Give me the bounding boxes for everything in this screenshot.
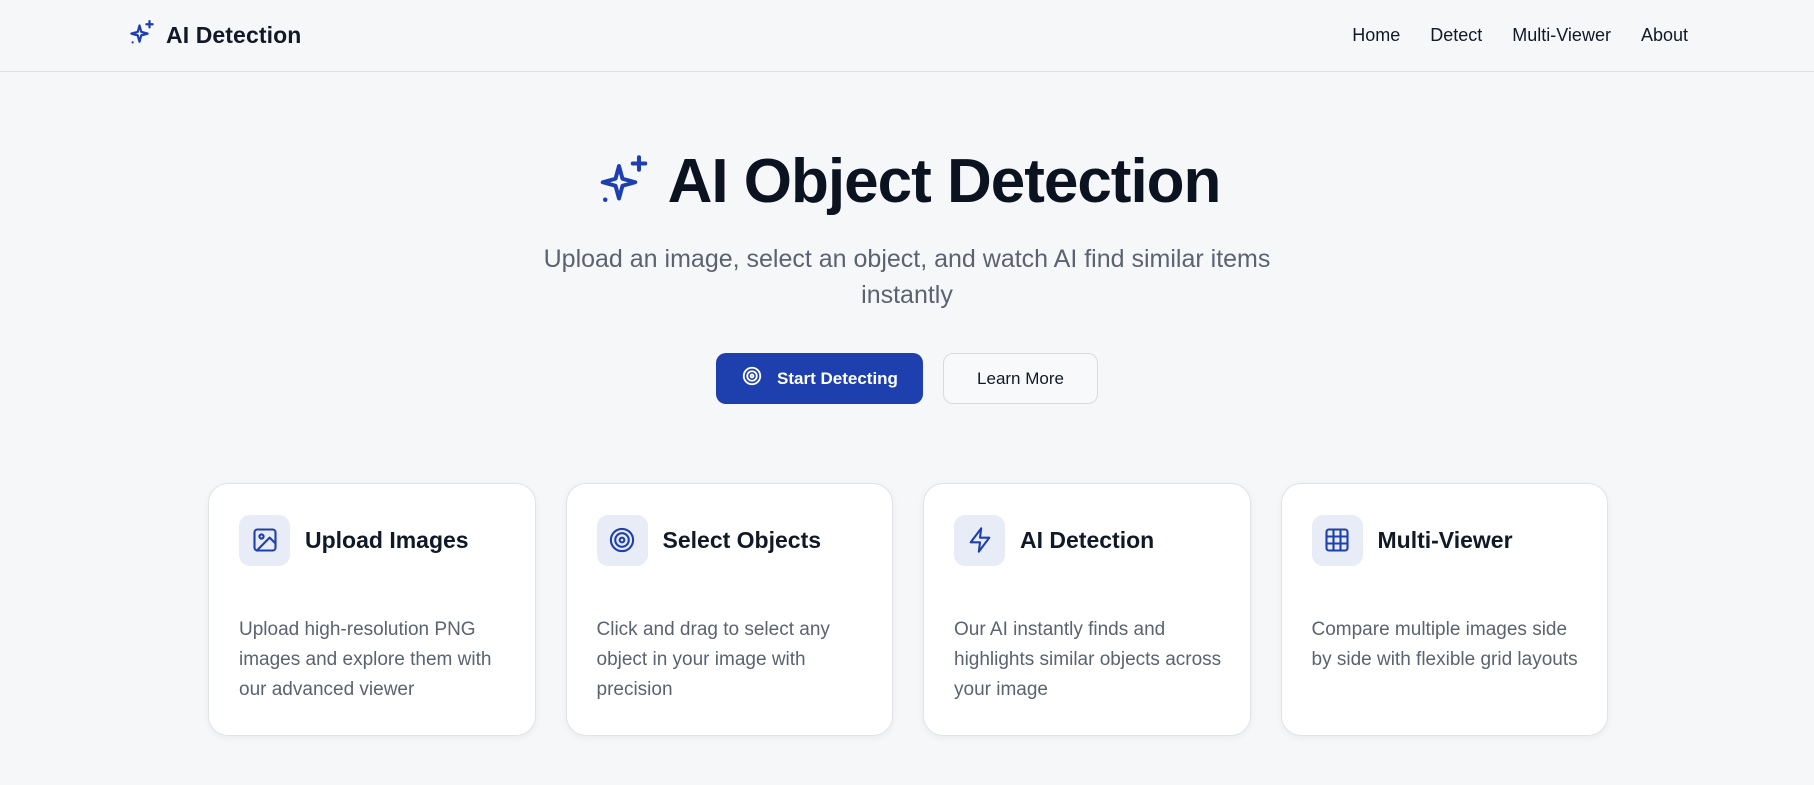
brand-title: AI Detection	[166, 21, 302, 48]
feature-card-ai-detection: AI Detection Our AI instantly finds and …	[923, 483, 1251, 736]
feature-card-multi-viewer: Multi-Viewer Compare multiple images sid…	[1280, 483, 1608, 736]
hero-actions: Start Detecting Learn More	[0, 353, 1814, 404]
image-icon	[239, 514, 290, 566]
sparkles-icon	[127, 18, 157, 53]
page-title: AI Object Detection	[667, 147, 1222, 216]
feature-description: Click and drag to select any object in y…	[596, 619, 830, 700]
nav-link-home[interactable]: Home	[1352, 25, 1400, 46]
target-icon	[596, 514, 648, 566]
grid-icon	[1311, 514, 1363, 566]
start-detecting-button[interactable]: Start Detecting	[716, 353, 923, 404]
feature-card-select-objects: Select Objects Click and drag to select …	[565, 483, 893, 736]
hero-subtitle: Upload an image, select an object, and w…	[543, 245, 1271, 309]
feature-title: Upload Images	[305, 526, 469, 553]
nav-link-detect[interactable]: Detect	[1430, 25, 1482, 46]
feature-title: AI Detection	[1020, 526, 1155, 553]
main-nav: Home Detect Multi-Viewer About	[1352, 21, 1688, 49]
nav-link-multi-viewer[interactable]: Multi-Viewer	[1512, 25, 1611, 46]
feature-description: Our AI instantly finds and highlights si…	[954, 619, 1222, 700]
start-detecting-label: Start Detecting	[777, 368, 898, 388]
feature-description: Compare multiple images side by side wit…	[1311, 619, 1578, 670]
lightning-icon	[954, 514, 1005, 566]
feature-description: Upload high-resolution PNG images and ex…	[239, 619, 492, 700]
learn-more-button[interactable]: Learn More	[943, 353, 1098, 404]
feature-card-upload-images: Upload Images Upload high-resolution PNG…	[208, 483, 536, 736]
feature-title: Multi-Viewer	[1377, 526, 1513, 553]
top-nav-bar: AI Detection Home Detect Multi-Viewer Ab…	[0, 0, 1814, 72]
nav-link-about[interactable]: About	[1641, 25, 1688, 46]
brand-logo[interactable]: AI Detection	[127, 18, 301, 52]
hero-heading: AI Object Detection	[0, 146, 1814, 218]
sparkles-icon	[594, 149, 654, 216]
features-grid: Upload Images Upload high-resolution PNG…	[208, 483, 1608, 736]
target-icon	[741, 365, 763, 392]
feature-title: Select Objects	[662, 526, 822, 553]
